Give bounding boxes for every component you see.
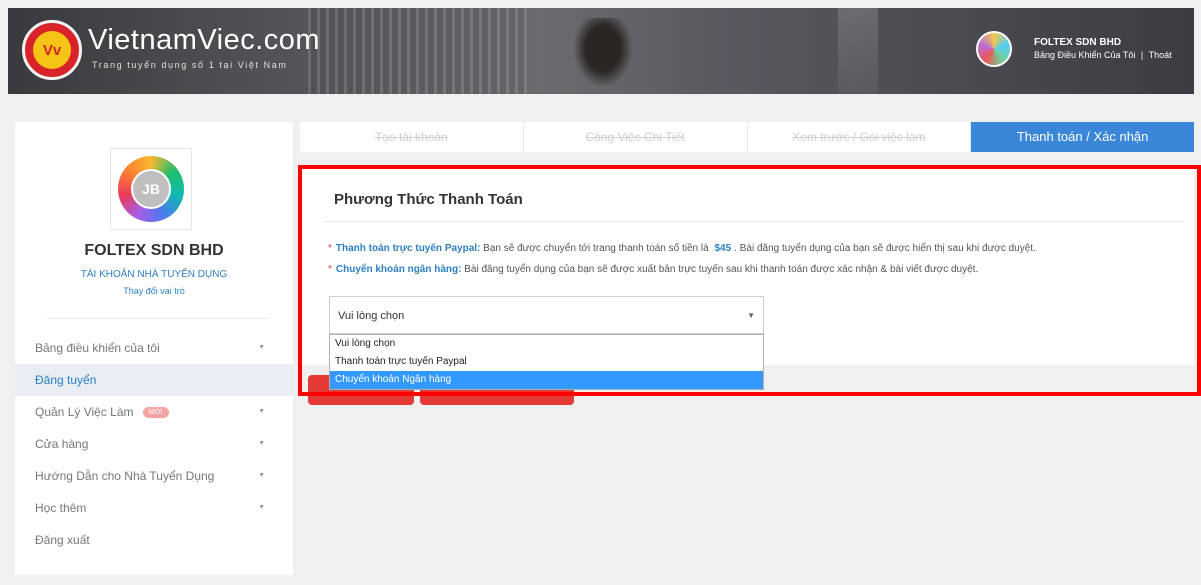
sidebar-item-store[interactable]: Cửa hàng ▼ <box>15 428 293 460</box>
sidebar-item-manage-jobs[interactable]: Quản Lý Việc Làm MỚI ▼ <box>15 396 293 428</box>
tab-preview-package[interactable]: Xem trước / Gói việc làm <box>748 122 972 152</box>
sidebar-item-dashboard[interactable]: Bảng điều khiển của tôi ▼ <box>15 332 293 364</box>
required-star-icon: * <box>328 243 332 254</box>
site-name[interactable]: VietnamViec.com <box>88 24 320 57</box>
sidebar-company-name: FOLTEX SDN BHD <box>84 242 224 259</box>
paypal-description: * Thanh toán trực tuyến Paypal: Bạn sẽ đư… <box>328 243 1036 254</box>
chevron-down-icon: ▼ <box>258 440 265 447</box>
bank-transfer-text: Bài đăng tuyển dụng của bạn sẽ được xuất… <box>464 264 979 275</box>
new-badge: MỚI <box>142 407 169 419</box>
link-separator: | <box>1140 50 1144 60</box>
sidebar-item-label: Cửa hàng <box>35 437 89 451</box>
paypal-text-after: . Bài đăng tuyển dụng của bạn sẽ được hi… <box>734 243 1036 254</box>
page-title: Phương Thức Thanh Toán <box>334 191 523 208</box>
sidebar-item-label: Hướng Dẫn cho Nhà Tuyển Dụng <box>35 469 215 483</box>
sidebar-item-employer-guide[interactable]: Hướng Dẫn cho Nhà Tuyển Dụng ▼ <box>15 460 293 492</box>
logout-link[interactable]: Thoát <box>1149 50 1172 60</box>
site-header: Vv VietnamViec.com Trang tuyển dụng số 1… <box>8 8 1194 94</box>
avatar-initials: JB <box>131 169 171 209</box>
chevron-down-icon: ▼ <box>258 472 265 479</box>
company-avatar: JB <box>110 148 192 230</box>
header-statue-decoration <box>568 18 638 94</box>
bank-transfer-description: * Chuyển khoản ngân hàng: Bài đăng tuyển … <box>328 264 978 275</box>
sidebar-item-label: Đăng xuất <box>35 533 90 547</box>
dashboard-link[interactable]: Bảng Điều Khiển Của Tôi <box>1034 50 1135 60</box>
site-tagline: Trang tuyển dụng số 1 tại Việt Nam <box>92 60 288 70</box>
tab-create-account[interactable]: Tạo tài khoản <box>300 122 524 152</box>
tab-job-details[interactable]: Công Việc Chi Tiết <box>524 122 748 152</box>
header-links: Bảng Điều Khiển Của Tôi | Thoát <box>1034 50 1172 60</box>
sidebar-divider <box>47 318 269 319</box>
chevron-down-icon: ▼ <box>258 504 265 511</box>
avatar-logo-icon: JB <box>118 156 184 222</box>
select-value: Vui lòng chọn <box>338 310 405 322</box>
sidebar-item-label: Đăng tuyển <box>35 373 97 387</box>
header-skyline-decoration <box>308 8 528 94</box>
option-bank-transfer[interactable]: Chuyển khoản Ngân hàng <box>330 371 763 389</box>
tab-payment-confirmation[interactable]: Thanh toán / Xác nhận <box>971 122 1194 152</box>
header-avatar[interactable] <box>976 31 1012 67</box>
payment-method-options: Vui lòng chọn Thanh toán trực tuyến Payp… <box>329 334 764 390</box>
sidebar-item-label: Bảng điều khiển của tôi <box>35 341 160 355</box>
sidebar-menu: Bảng điều khiển của tôi ▼ Đăng tuyển Quả… <box>15 332 293 556</box>
payment-method-select[interactable]: Vui lòng chọn ▼ <box>329 296 764 334</box>
chevron-down-icon: ▼ <box>747 311 755 320</box>
sidebar-item-learn-more[interactable]: Học thêm ▼ <box>15 492 293 524</box>
chevron-down-icon: ▼ <box>258 408 265 415</box>
required-star-icon: * <box>328 264 332 275</box>
logo-icon[interactable]: Vv <box>22 20 82 80</box>
logo-mark: Vv <box>33 31 71 69</box>
header-company-name: FOLTEX SDN BHD <box>1034 37 1122 48</box>
option-paypal[interactable]: Thanh toán trực tuyến Paypal <box>330 353 763 371</box>
sidebar-item-label: Học thêm <box>35 501 87 515</box>
bank-transfer-label: Chuyển khoản ngân hàng: <box>335 264 462 275</box>
sidebar: JB FOLTEX SDN BHD TÀI KHOẢN NHÀ TUYỂN DỤ… <box>15 122 293 575</box>
option-please-select[interactable]: Vui lòng chọn <box>330 335 763 353</box>
sidebar-item-label: Quản Lý Việc Làm <box>35 405 134 419</box>
sidebar-item-post-job[interactable]: Đăng tuyển <box>15 364 293 396</box>
sidebar-account-role: TÀI KHOẢN NHÀ TUYỂN DỤNG <box>80 269 228 280</box>
step-tabs: Tạo tài khoản Công Việc Chi Tiết Xem trư… <box>300 122 1194 152</box>
change-role-link[interactable]: Thay đổi vai trò <box>15 286 293 296</box>
paypal-text: Bạn sẽ được chuyển tới trang thanh toán … <box>483 243 709 254</box>
sidebar-item-logout[interactable]: Đăng xuất <box>15 524 293 556</box>
paypal-price: $45 <box>714 243 732 254</box>
chevron-down-icon: ▼ <box>258 344 265 351</box>
header-tower-decoration <box>838 8 878 94</box>
paypal-label: Thanh toán trực tuyến Paypal: <box>335 243 481 254</box>
panel-divider <box>324 221 1184 222</box>
